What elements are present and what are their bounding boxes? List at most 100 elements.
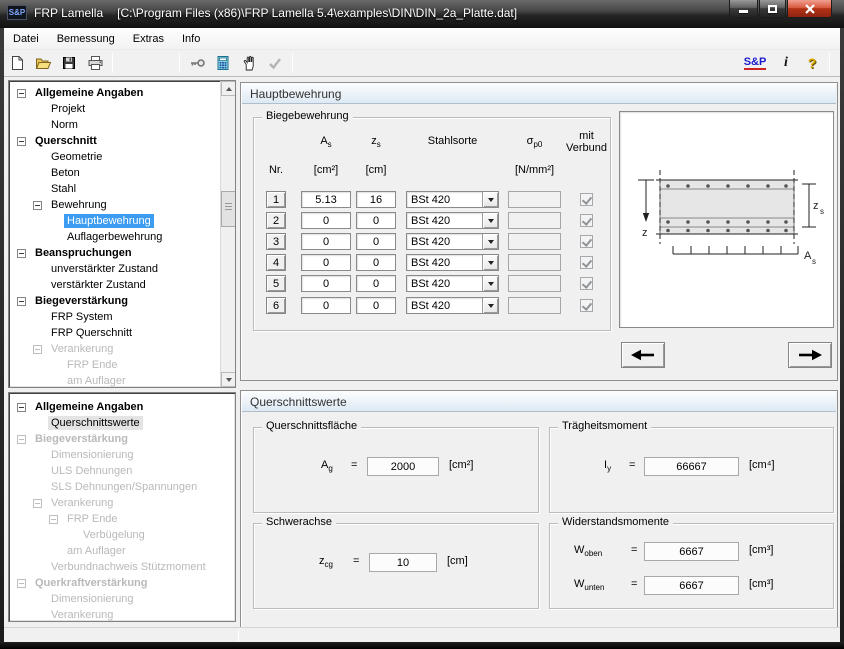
minimize-button[interactable]	[729, 0, 758, 18]
collapse-icon[interactable]	[17, 435, 26, 444]
tree-item-uls-dehnungen[interactable]: ULS Dehnungen	[11, 463, 233, 479]
stahlsorte-select[interactable]: BSt 420	[406, 254, 499, 271]
tree-item-dimensionierung[interactable]: Dimensionierung	[11, 447, 233, 463]
tree-item-verankerung[interactable]: Verankerung	[11, 341, 233, 357]
stahlsorte-select[interactable]: BSt 420	[406, 275, 499, 292]
menu-bemessung[interactable]: Bemessung	[48, 30, 124, 48]
open-file-button[interactable]	[31, 52, 55, 74]
collapse-icon[interactable]	[33, 345, 42, 354]
about-button[interactable]: i	[774, 52, 798, 74]
stahlsorte-select[interactable]: BSt 420	[406, 212, 499, 229]
zs-dim-sub: s	[820, 207, 824, 216]
collapse-icon[interactable]	[17, 297, 26, 306]
tree-item-bewehrung[interactable]: Bewehrung	[11, 197, 233, 213]
tree-item-biegeverstaerkung[interactable]: Biegeverstärkung	[11, 431, 233, 447]
chevron-down-icon[interactable]	[482, 255, 498, 270]
tree-item-sls-dehnungen-spannungen[interactable]: SLS Dehnungen/Spannungen	[11, 479, 233, 495]
next-section-button[interactable]	[788, 342, 832, 368]
tree-item-verbundnachweis-stuetzmoment[interactable]: Verbundnachweis Stützmoment	[11, 559, 233, 575]
collapse-icon[interactable]	[17, 579, 26, 588]
tree-item-biegeverstaerkung[interactable]: Biegeverstärkung	[11, 293, 233, 309]
scroll-down-button[interactable]	[221, 372, 236, 387]
row-button[interactable]: 4	[266, 254, 286, 271]
collapse-icon[interactable]	[17, 403, 26, 412]
as-input[interactable]: 0	[301, 212, 351, 229]
tree-item-norm[interactable]: Norm	[11, 117, 233, 133]
tree-item-auflagerbewehrung[interactable]: Auflagerbewehrung	[11, 229, 233, 245]
tree-scrollbar[interactable]	[220, 81, 235, 387]
row-button[interactable]: 1	[266, 191, 286, 208]
chevron-down-icon[interactable]	[482, 192, 498, 207]
chevron-down-icon[interactable]	[482, 234, 498, 249]
save-button[interactable]	[57, 52, 81, 74]
zs-input[interactable]: 0	[356, 297, 396, 314]
tree-item-hauptbewehrung[interactable]: Hauptbewehrung	[11, 213, 233, 229]
new-file-button[interactable]	[5, 52, 29, 74]
tree-item-beton[interactable]: Beton	[11, 165, 233, 181]
chevron-down-icon[interactable]	[482, 213, 498, 228]
stahlsorte-select[interactable]: BSt 420	[406, 191, 499, 208]
calculate-button[interactable]	[211, 52, 235, 74]
chevron-down-icon[interactable]	[482, 276, 498, 291]
row-button[interactable]: 5	[266, 275, 286, 292]
stahlsorte-select[interactable]: BSt 420	[406, 297, 499, 314]
tree-item-allgemeine-angaben[interactable]: Allgemeine Angaben	[11, 85, 233, 101]
print-button[interactable]	[83, 52, 107, 74]
zs-input[interactable]: 0	[356, 212, 396, 229]
tree-item-allgemeine-angaben[interactable]: Allgemeine Angaben	[11, 399, 233, 415]
sp-info-button[interactable]: S&P	[738, 52, 772, 74]
collapse-icon[interactable]	[17, 249, 26, 258]
as-input[interactable]: 0	[301, 297, 351, 314]
scrollbar-thumb[interactable]	[221, 191, 236, 227]
tree-item-verbuegelung[interactable]: Verbügelung	[11, 527, 233, 543]
tree-item-querschnitt[interactable]: Querschnitt	[11, 133, 233, 149]
tree-item-stahl[interactable]: Stahl	[11, 181, 233, 197]
as-input[interactable]: 0	[301, 275, 351, 292]
as-input[interactable]: 0	[301, 254, 351, 271]
tree-item-verankerung[interactable]: Verankerung	[11, 495, 233, 511]
maximize-button[interactable]	[759, 0, 786, 18]
collapse-icon[interactable]	[33, 201, 42, 210]
prev-section-button[interactable]	[621, 342, 665, 368]
row-button[interactable]: 3	[266, 233, 286, 250]
tree-item-beanspruchungen[interactable]: Beanspruchungen	[11, 245, 233, 261]
tree-item-projekt[interactable]: Projekt	[11, 101, 233, 117]
tree-item-am-auflager[interactable]: am Auflager	[11, 373, 233, 388]
collapse-icon[interactable]	[17, 137, 26, 146]
tree-item-am-auflager[interactable]: am Auflager	[11, 543, 233, 559]
tree-item-verankerung[interactable]: Verankerung	[11, 607, 233, 622]
help-button[interactable]: ?	[800, 52, 824, 74]
tree-item-frp-querschnitt[interactable]: FRP Querschnitt	[11, 325, 233, 341]
tree-item-frp-ende[interactable]: FRP Ende	[11, 511, 233, 527]
stahlsorte-select[interactable]: BSt 420	[406, 233, 499, 250]
zs-input[interactable]: 0	[356, 233, 396, 250]
tree-item-unverstaerkter-zustand[interactable]: unverstärkter Zustand	[11, 261, 233, 277]
chevron-down-icon[interactable]	[482, 298, 498, 313]
zs-input[interactable]: 16	[356, 191, 396, 208]
as-input[interactable]: 0	[301, 233, 351, 250]
tree-item-querkraftverstaerkung[interactable]: Querkraftverstärkung	[11, 575, 233, 591]
tree-item-geometrie[interactable]: Geometrie	[11, 149, 233, 165]
zs-input[interactable]: 0	[356, 275, 396, 292]
tree-item-frp-ende[interactable]: FRP Ende	[11, 357, 233, 373]
tree-item-dimensionierung[interactable]: Dimensionierung	[11, 591, 233, 607]
tree-item-verstaerkter-zustand[interactable]: verstärkter Zustand	[11, 277, 233, 293]
zs-input[interactable]: 0	[356, 254, 396, 271]
menu-extras[interactable]: Extras	[124, 30, 173, 48]
scroll-up-button[interactable]	[221, 81, 236, 96]
close-button[interactable]	[787, 0, 832, 18]
menu-info[interactable]: Info	[173, 30, 209, 48]
row-button[interactable]: 2	[266, 212, 286, 229]
collapse-icon[interactable]	[49, 515, 58, 524]
menu-datei[interactable]: Datei	[4, 30, 48, 48]
validate-button[interactable]	[263, 52, 287, 74]
as-input[interactable]: 5.13	[301, 191, 351, 208]
license-key-button[interactable]	[185, 52, 209, 74]
tree-item-querschnittswerte[interactable]: Querschnittswerte	[11, 415, 233, 431]
app-logo-icon[interactable]: S&P	[7, 5, 27, 20]
collapse-icon[interactable]	[33, 499, 42, 508]
collapse-icon[interactable]	[17, 89, 26, 98]
row-button[interactable]: 6	[266, 297, 286, 314]
stop-button[interactable]	[237, 52, 261, 74]
tree-item-frp-system[interactable]: FRP System	[11, 309, 233, 325]
